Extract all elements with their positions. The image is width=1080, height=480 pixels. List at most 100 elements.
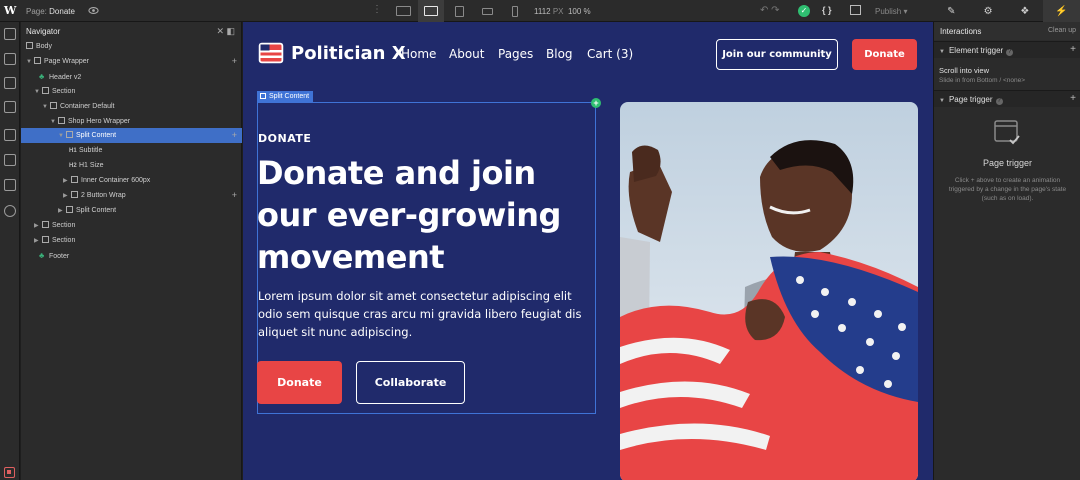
- element-box-icon: [260, 93, 266, 99]
- tree-item-button-wrap[interactable]: ▶ 2 Button Wrap +: [21, 188, 242, 203]
- header-donate-button[interactable]: Donate: [852, 39, 917, 70]
- tree-item-footer[interactable]: ♣ Footer: [21, 248, 242, 263]
- collapse-arrow-icon[interactable]: ▼: [939, 98, 945, 104]
- nav-link-blog[interactable]: Blog: [546, 47, 573, 61]
- undo-redo-icon[interactable]: ↶ ↷: [760, 5, 780, 16]
- navigator-pin-close-icons[interactable]: ✕ ◧: [216, 26, 235, 37]
- tree-item-label: Container Default: [60, 103, 115, 110]
- tree-item-container[interactable]: ▼ Container Default: [21, 99, 242, 114]
- help-icon[interactable]: ?: [1006, 49, 1014, 56]
- add-child-icon[interactable]: +: [232, 54, 237, 69]
- interactions-panel-tab[interactable]: ⚡: [1043, 0, 1080, 22]
- add-element-plus-icon[interactable]: +: [591, 98, 601, 108]
- tree-item-shop-hero[interactable]: ▼ Shop Hero Wrapper: [21, 114, 242, 129]
- site-brand-name[interactable]: Politician X: [291, 43, 406, 64]
- join-community-button[interactable]: Join our community: [716, 39, 838, 70]
- expand-arrow-icon[interactable]: ▶: [34, 219, 42, 234]
- hero-paragraph[interactable]: Lorem ipsum dolor sit amet consectetur a…: [258, 287, 593, 341]
- element-box-icon: [42, 236, 49, 243]
- breakpoint-tablet-icon[interactable]: [446, 0, 472, 22]
- add-element-icon[interactable]: [4, 28, 16, 40]
- add-child-icon[interactable]: +: [232, 128, 237, 143]
- tree-item-section-2[interactable]: ▶ Section: [21, 218, 242, 233]
- breakpoint-desktop-icon[interactable]: [418, 0, 444, 22]
- page-name: Donate: [49, 7, 75, 16]
- settings-panel-tab[interactable]: ⚙: [970, 0, 1007, 22]
- tree-item-section-3[interactable]: ▶ Section: [21, 233, 242, 248]
- help-icon[interactable]: ?: [995, 98, 1003, 105]
- element-box-icon: [58, 117, 65, 124]
- tree-item-h1-size[interactable]: H2 H1 Size: [21, 158, 242, 173]
- flag-logo-icon[interactable]: [258, 42, 284, 64]
- hero-heading[interactable]: Donate and join our ever-growing movemen…: [257, 152, 597, 278]
- more-options-icon[interactable]: ⋮: [372, 4, 382, 15]
- nav-link-home[interactable]: Home: [401, 47, 436, 61]
- breakpoint-large-icon[interactable]: [390, 0, 416, 22]
- settings-gear-icon[interactable]: [4, 205, 16, 217]
- publish-button[interactable]: Publish ▾: [875, 7, 908, 16]
- components-icon[interactable]: [4, 53, 16, 65]
- tree-item-inner-container[interactable]: ▶ Inner Container 600px: [21, 173, 242, 188]
- tree-item-label: Split Content: [76, 207, 117, 214]
- add-page-trigger-icon[interactable]: +: [1070, 93, 1076, 104]
- tree-item-label: Section: [52, 237, 76, 244]
- navigator-panel: Navigator ✕ ◧ Body ▼ Page Wrapper + ♣ Heade…: [21, 22, 242, 480]
- preview-eye-icon[interactable]: [88, 5, 99, 16]
- navigator-icon[interactable]: [4, 77, 16, 89]
- scroll-into-view-title[interactable]: Scroll into view: [939, 66, 989, 75]
- nav-link-about[interactable]: About: [449, 47, 484, 61]
- expand-arrow-icon[interactable]: ▶: [58, 204, 66, 219]
- breakpoint-mobile-icon[interactable]: [502, 0, 528, 22]
- left-toolbar: [0, 22, 20, 480]
- expand-arrow-icon[interactable]: ▶: [34, 234, 42, 249]
- collapse-arrow-icon[interactable]: ▼: [26, 55, 34, 70]
- expand-arrow-icon[interactable]: ▶: [63, 174, 71, 189]
- pages-icon[interactable]: [4, 101, 16, 113]
- record-icon[interactable]: [4, 467, 15, 478]
- tree-item-label: Header v2: [49, 74, 82, 81]
- collapse-arrow-icon[interactable]: ▼: [939, 49, 945, 55]
- style-manager-tab[interactable]: ❖: [1007, 0, 1044, 22]
- add-element-trigger-icon[interactable]: +: [1070, 44, 1076, 55]
- tree-item-section[interactable]: ▼ Section: [21, 84, 242, 99]
- tree-item-body[interactable]: Body: [21, 39, 242, 54]
- collapse-arrow-icon[interactable]: ▼: [42, 100, 50, 115]
- tree-item-split-content-2[interactable]: ▶ Split Content: [21, 203, 242, 218]
- hero-donate-button[interactable]: Donate: [257, 361, 342, 404]
- style-panel-tab[interactable]: ✎: [933, 0, 970, 22]
- tree-item-header[interactable]: ♣ Header v2: [21, 69, 242, 84]
- tree-item-split-content-selected[interactable]: ▼ Split Content +: [21, 128, 242, 143]
- webflow-logo[interactable]: W: [4, 4, 18, 18]
- element-trigger-label: Element trigger: [948, 46, 1004, 55]
- add-child-icon[interactable]: +: [232, 188, 237, 203]
- nav-link-cart[interactable]: Cart (3): [587, 47, 633, 61]
- page-trigger-heading: Page trigger: [982, 158, 1033, 168]
- cms-icon[interactable]: [4, 129, 16, 141]
- clean-up-button[interactable]: Clean up: [1048, 27, 1076, 34]
- tree-item-subtitle[interactable]: H1 Subtitle: [21, 143, 242, 158]
- code-export-icon[interactable]: { }: [822, 5, 832, 15]
- share-icon[interactable]: [850, 5, 861, 15]
- assets-icon[interactable]: [4, 179, 16, 191]
- page-selector[interactable]: Page: Donate: [26, 7, 75, 16]
- element-box-icon: [34, 57, 41, 64]
- breakpoint-landscape-icon[interactable]: [474, 0, 500, 22]
- element-trigger-section[interactable]: ▼ Element trigger? +: [934, 41, 1080, 58]
- element-box-icon: [42, 221, 49, 228]
- tree-item-label: Split Content: [76, 132, 117, 139]
- collaborate-button[interactable]: Collaborate: [356, 361, 465, 404]
- hero-subtitle[interactable]: DONATE: [258, 132, 311, 145]
- tree-item-page-wrapper[interactable]: ▼ Page Wrapper +: [21, 54, 242, 69]
- nav-link-pages[interactable]: Pages: [498, 47, 533, 61]
- design-canvas[interactable]: Politician X Home About Pages Blog Cart …: [243, 22, 933, 480]
- collapse-arrow-icon[interactable]: ▼: [58, 129, 66, 144]
- canvas-width: 1112: [534, 7, 551, 16]
- ecommerce-icon[interactable]: [4, 154, 16, 166]
- hero-photo-man-with-flag[interactable]: [620, 102, 918, 480]
- expand-arrow-icon[interactable]: ▶: [63, 189, 71, 204]
- selection-tag[interactable]: Split Content: [257, 91, 314, 102]
- page-trigger-section[interactable]: ▼ Page trigger? +: [934, 90, 1080, 107]
- canvas-size-readout: 1112 PX 100 %: [534, 7, 591, 16]
- collapse-arrow-icon[interactable]: ▼: [34, 85, 42, 100]
- interactions-header: Interactions Clean up: [934, 22, 1080, 40]
